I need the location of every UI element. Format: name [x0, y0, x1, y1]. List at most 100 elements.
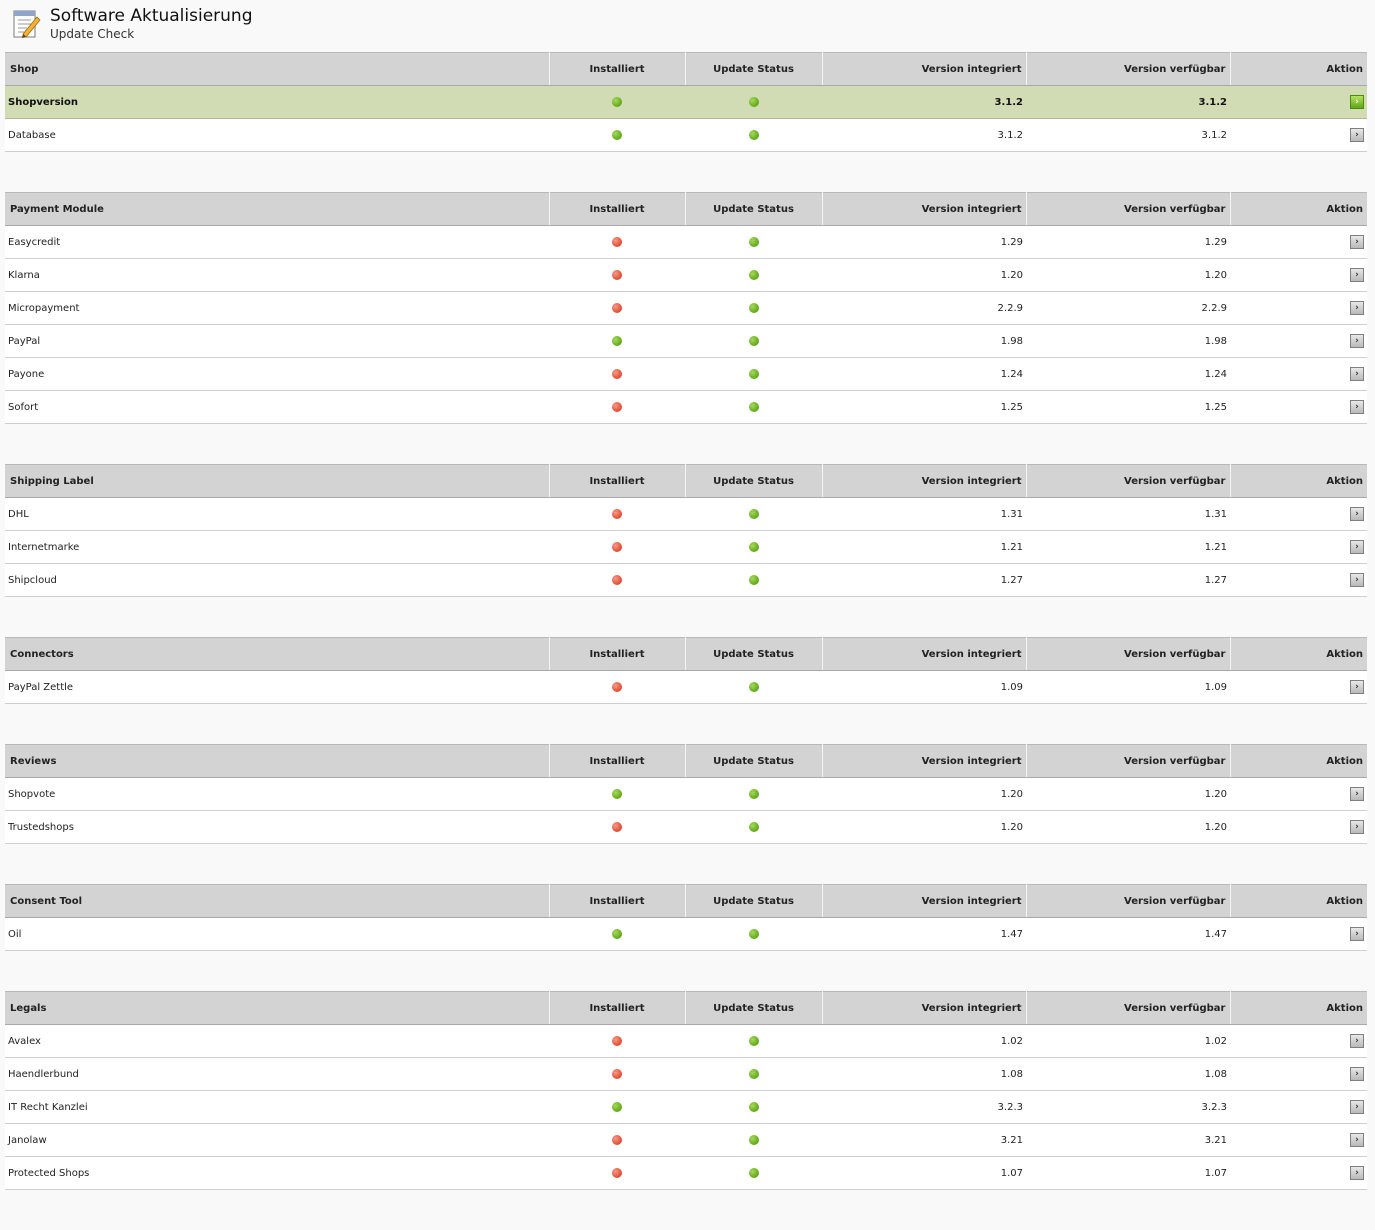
- column-header-update-status: Update Status: [685, 884, 823, 918]
- section-payment-module: Payment Module Installiert Update Status Ve…: [5, 192, 1367, 424]
- action-cell: ›: [1230, 1057, 1367, 1091]
- update-status-cell: [685, 85, 822, 119]
- column-header-version-integrated: Version integriert: [822, 52, 1027, 86]
- update-status-icon: [748, 928, 759, 939]
- module-name: Micropayment: [5, 291, 549, 325]
- column-header-installed: Installiert: [549, 464, 686, 498]
- action-arrow-button[interactable]: ›: [1350, 507, 1364, 521]
- table-row: IT Recht Kanzlei 3.2.3 3.2.3 ›: [5, 1090, 1367, 1124]
- version-available: 3.1.2: [1026, 118, 1230, 152]
- version-available: 1.08: [1026, 1057, 1230, 1091]
- version-available: 3.2.3: [1026, 1090, 1230, 1124]
- update-status-icon: [748, 335, 759, 346]
- update-status-cell: [685, 497, 822, 531]
- version-available: 1.20: [1026, 258, 1230, 292]
- installed-status-icon: [612, 681, 622, 692]
- column-header-version-available: Version verfügbar: [1026, 192, 1231, 226]
- action-arrow-button[interactable]: ›: [1350, 927, 1364, 941]
- module-name: Shipcloud: [5, 563, 549, 597]
- module-name: Database: [5, 118, 549, 152]
- action-arrow-button[interactable]: ›: [1350, 400, 1364, 414]
- table-header-row: Payment Module Installiert Update Status Ve…: [5, 192, 1367, 226]
- action-arrow-button[interactable]: ›: [1350, 1100, 1364, 1114]
- action-arrow-button[interactable]: ›: [1350, 367, 1364, 381]
- update-status-icon: [748, 302, 759, 313]
- column-header-installed: Installiert: [549, 52, 686, 86]
- update-status-icon: [748, 401, 759, 412]
- version-available: 3.21: [1026, 1123, 1230, 1157]
- installed-cell: [549, 810, 685, 844]
- action-cell: ›: [1230, 258, 1367, 292]
- installed-cell: [549, 85, 685, 119]
- sections-container: Shop Installiert Update Status Version inte…: [5, 52, 1367, 1230]
- column-header-action: Aktion: [1230, 991, 1367, 1025]
- installed-cell: [549, 291, 685, 325]
- action-arrow-button[interactable]: ›: [1350, 128, 1364, 142]
- action-arrow-button[interactable]: ›: [1350, 787, 1364, 801]
- table-row: Shipcloud 1.27 1.27 ›: [5, 563, 1367, 597]
- table-row: Micropayment 2.2.9 2.2.9 ›: [5, 291, 1367, 325]
- update-status-cell: [685, 291, 822, 325]
- installed-cell: [549, 1123, 685, 1157]
- installed-status-icon: [612, 821, 622, 832]
- table-header-row: Shop Installiert Update Status Version inte…: [5, 52, 1367, 86]
- version-integrated: 1.21: [822, 530, 1026, 564]
- column-header-action: Aktion: [1230, 637, 1367, 671]
- action-cell: ›: [1230, 810, 1367, 844]
- update-status-cell: [685, 225, 822, 259]
- module-name: Shopvote: [5, 777, 549, 811]
- column-header-update-status: Update Status: [685, 637, 823, 671]
- action-arrow-button[interactable]: ›: [1350, 1133, 1364, 1147]
- action-arrow-button[interactable]: ›: [1350, 301, 1364, 315]
- update-status-cell: [685, 670, 822, 704]
- installed-status-icon: [612, 129, 622, 140]
- version-available: 1.02: [1026, 1024, 1230, 1058]
- action-arrow-button[interactable]: ›: [1350, 573, 1364, 587]
- update-status-icon: [748, 96, 759, 107]
- update-status-icon: [748, 681, 759, 692]
- action-arrow-button[interactable]: ›: [1350, 540, 1364, 554]
- action-cell: ›: [1230, 670, 1367, 704]
- version-available: 1.21: [1026, 530, 1230, 564]
- action-cell: ›: [1230, 530, 1367, 564]
- column-header-update-status: Update Status: [685, 464, 823, 498]
- action-arrow-button[interactable]: ›: [1350, 95, 1364, 109]
- column-header-installed: Installiert: [549, 884, 686, 918]
- action-cell: ›: [1230, 777, 1367, 811]
- edit-document-icon: [13, 10, 41, 38]
- version-integrated: 1.07: [822, 1156, 1026, 1190]
- table-row: Sofort 1.25 1.25 ›: [5, 390, 1367, 424]
- installed-status-icon: [612, 1101, 622, 1112]
- column-header-version-integrated: Version integriert: [822, 884, 1027, 918]
- installed-status-icon: [612, 236, 622, 247]
- installed-cell: [549, 1090, 685, 1124]
- action-cell: ›: [1230, 390, 1367, 424]
- column-header-update-status: Update Status: [685, 52, 823, 86]
- version-available: 1.07: [1026, 1156, 1230, 1190]
- version-available: 1.29: [1026, 225, 1230, 259]
- version-integrated: 1.98: [822, 324, 1026, 358]
- module-name: Internetmarke: [5, 530, 549, 564]
- column-header-action: Aktion: [1230, 744, 1367, 778]
- column-header-action: Aktion: [1230, 464, 1367, 498]
- installed-status-icon: [612, 302, 622, 313]
- action-arrow-button[interactable]: ›: [1350, 820, 1364, 834]
- action-arrow-button[interactable]: ›: [1350, 268, 1364, 282]
- action-cell: ›: [1230, 917, 1367, 951]
- installed-status-icon: [612, 508, 622, 519]
- update-status-cell: [685, 258, 822, 292]
- section-legals: Legals Installiert Update Status Version in…: [5, 991, 1367, 1190]
- action-arrow-button[interactable]: ›: [1350, 334, 1364, 348]
- table-row: Database 3.1.2 3.1.2 ›: [5, 118, 1367, 152]
- action-arrow-button[interactable]: ›: [1350, 235, 1364, 249]
- action-arrow-button[interactable]: ›: [1350, 1034, 1364, 1048]
- module-name: IT Recht Kanzlei: [5, 1090, 549, 1124]
- table-row: Trustedshops 1.20 1.20 ›: [5, 810, 1367, 844]
- action-arrow-button[interactable]: ›: [1350, 680, 1364, 694]
- action-arrow-button[interactable]: ›: [1350, 1166, 1364, 1180]
- update-status-cell: [685, 324, 822, 358]
- installed-status-icon: [612, 1134, 622, 1145]
- action-cell: ›: [1230, 85, 1367, 119]
- update-status-cell: [685, 563, 822, 597]
- action-arrow-button[interactable]: ›: [1350, 1067, 1364, 1081]
